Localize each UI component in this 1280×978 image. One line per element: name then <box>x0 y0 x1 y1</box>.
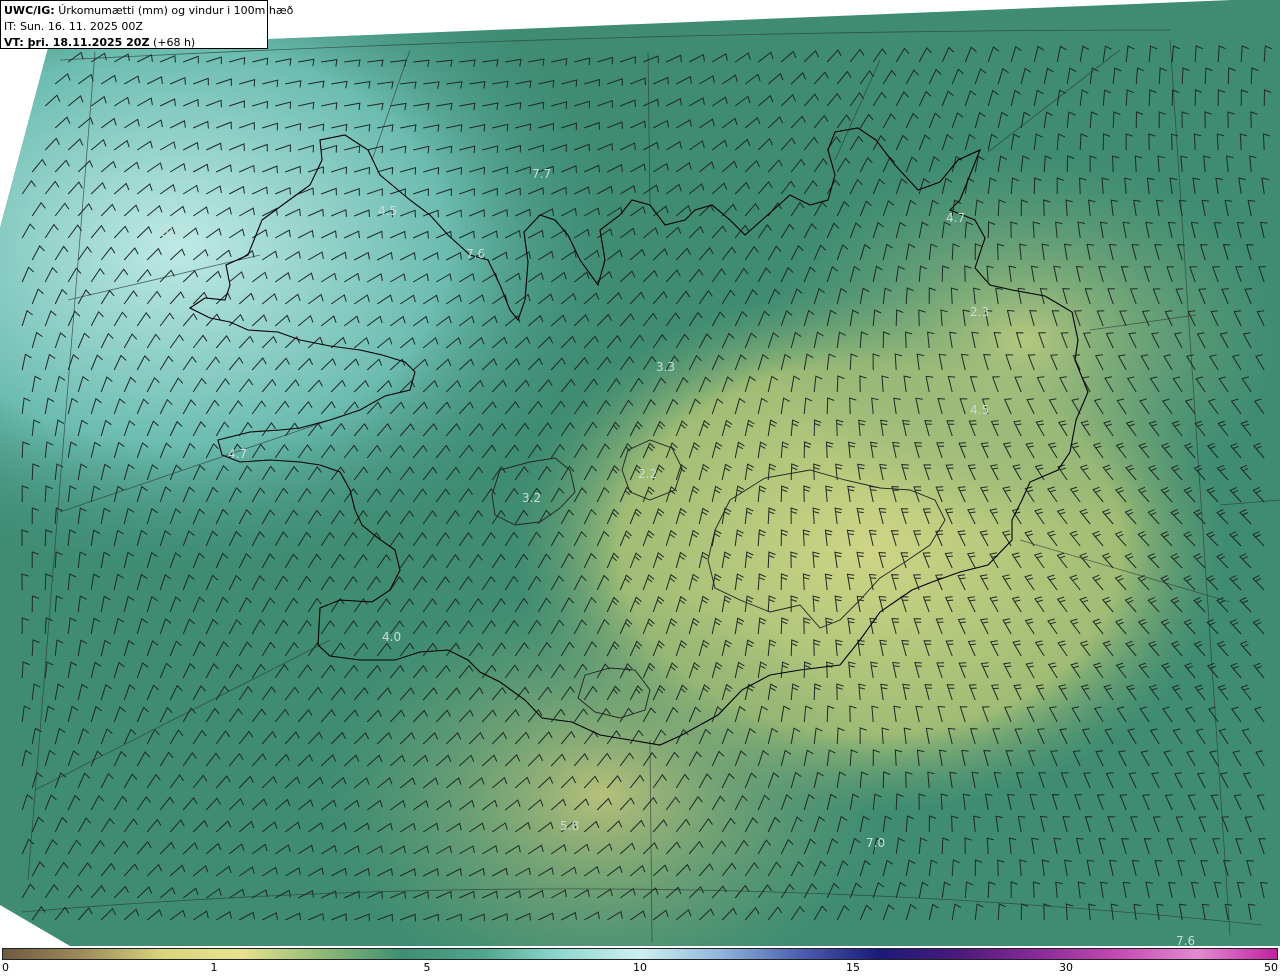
colorbar-tick: 10 <box>633 961 647 974</box>
colorbar-legend: 0 1 5 10 15 30 50 <box>0 948 1280 978</box>
colorbar-tick: 15 <box>846 961 860 974</box>
map-info-box: UWC/IG: Úrkomumætti (mm) og vindur i 100… <box>0 0 293 49</box>
colorbar-tick: 5 <box>423 961 431 974</box>
precip-label: 10.3 <box>158 225 185 239</box>
precip-label: 4.7 <box>946 211 965 225</box>
lead-time: (+68 h) <box>152 36 196 49</box>
precip-label: 7.6 <box>1176 934 1195 948</box>
model-label: UWC/IG: <box>4 4 55 17</box>
colorbar-tick: 30 <box>1059 961 1073 974</box>
precip-label: 4.5 <box>378 204 397 218</box>
init-time-label: IT: <box>4 20 17 33</box>
precip-label: 4.7 <box>228 447 247 461</box>
weather-map: 7.7 4.5 10.3 7.6 4.7 2.3 3.3 4.5 4.7 3.2… <box>0 0 1280 948</box>
precip-label: 7.6 <box>466 247 485 261</box>
precip-label: 3.2 <box>522 491 541 505</box>
precip-label: 2.2 <box>638 467 657 481</box>
precip-label: 3.3 <box>656 360 675 374</box>
precip-label: 2.3 <box>970 305 989 319</box>
precip-label: 7.0 <box>866 836 885 850</box>
precip-label: 5.8 <box>560 819 579 833</box>
init-time-value: Sun. 16. 11. 2025 00Z <box>19 20 143 33</box>
colorbar-tick: 50 <box>1264 961 1278 974</box>
colorbar-tick: 1 <box>210 961 218 974</box>
valid-time: VT: þri. 18.11.2025 20Z <box>4 36 150 49</box>
precip-label: 4.5 <box>970 403 989 417</box>
precip-label: 7.7 <box>532 167 551 181</box>
precip-label: 4.0 <box>382 630 401 644</box>
colorbar-gradient <box>2 948 1278 960</box>
colorbar-tick: 0 <box>2 961 9 974</box>
map-title: Úrkomumætti (mm) og vindur i 100m hæð <box>58 4 294 17</box>
